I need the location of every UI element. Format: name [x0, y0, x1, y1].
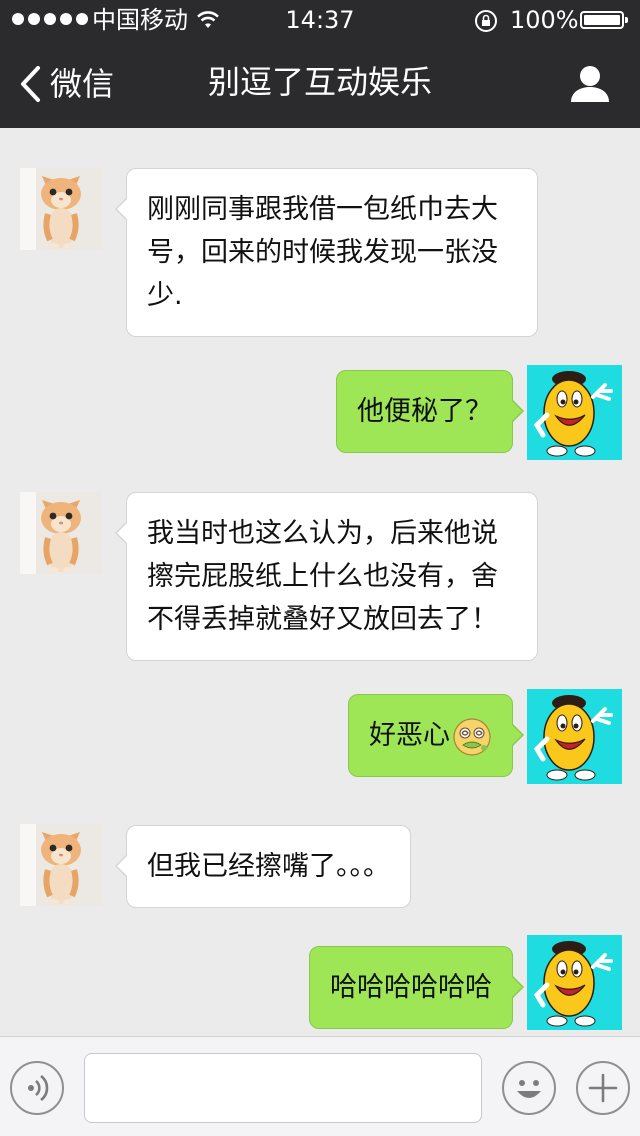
- cartoon-avatar-image: [527, 935, 622, 1030]
- message-bubble-outgoing[interactable]: 哈哈哈哈哈哈: [309, 946, 524, 1029]
- cartoon-avatar-image: [527, 689, 622, 784]
- smiley-icon: [517, 1080, 541, 1098]
- message-bubble-incoming[interactable]: 我当时也这么认为，后来他说擦完屁股纸上什么也没有，舍不得丢掉就叠好又放回去了！: [115, 492, 538, 661]
- cat-avatar-image: [20, 168, 102, 250]
- battery-icon: [580, 11, 628, 29]
- input-bar: [0, 1036, 640, 1136]
- voice-icon: [28, 1074, 49, 1102]
- plus-icon: [588, 1073, 618, 1103]
- my-avatar[interactable]: [527, 365, 622, 460]
- cat-avatar-image: [20, 492, 102, 574]
- cartoon-avatar-image: [527, 365, 622, 460]
- message-bubble-incoming[interactable]: 但我已经擦嘴了。。。: [115, 825, 411, 908]
- chat-area[interactable]: 刚刚同事跟我借一包纸巾去大号，回来的时候我发现一张没少. 他便秘了？ 我当时也这…: [0, 128, 640, 1036]
- emoji-button[interactable]: [502, 1061, 556, 1115]
- message-bubble-outgoing[interactable]: 他便秘了？: [336, 370, 524, 453]
- contact-avatar[interactable]: [20, 492, 102, 574]
- chevron-left-icon: [21, 66, 40, 102]
- message-bubble-incoming[interactable]: 刚刚同事跟我借一包纸巾去大号，回来的时候我发现一张没少.: [115, 168, 538, 337]
- contact-avatar[interactable]: [20, 824, 102, 906]
- rotation-lock-icon: [474, 9, 498, 33]
- status-bar: 中国移动 14:37 100%: [0, 0, 640, 40]
- battery-percentage: 100%: [510, 6, 579, 34]
- profile-button[interactable]: [568, 62, 612, 106]
- contact-avatar[interactable]: [20, 168, 102, 250]
- voice-input-button[interactable]: [10, 1061, 64, 1115]
- my-avatar[interactable]: [527, 935, 622, 1030]
- top-bar: 中国移动 14:37 100% 微信 别逗了互动娱乐: [0, 0, 640, 128]
- more-button[interactable]: [576, 1061, 630, 1115]
- back-button[interactable]: 微信: [18, 62, 114, 106]
- message-input[interactable]: [84, 1053, 482, 1123]
- nauseated-emoji-icon: [452, 717, 492, 757]
- message-bubble-outgoing[interactable]: 好恶心: [348, 694, 524, 777]
- person-icon: [571, 66, 609, 102]
- cat-avatar-image: [20, 824, 102, 906]
- message-text: 好恶心: [369, 720, 450, 751]
- chat-title: 别逗了互动娱乐: [207, 63, 432, 101]
- back-label: 微信: [50, 65, 115, 103]
- my-avatar[interactable]: [527, 689, 622, 784]
